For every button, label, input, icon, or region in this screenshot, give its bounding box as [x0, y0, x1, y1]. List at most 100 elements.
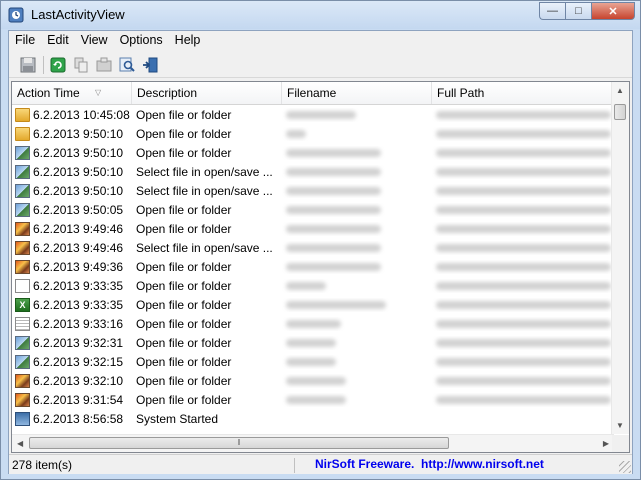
cell-full-path-redacted: [432, 203, 616, 217]
cell-action-time: 6.2.2013 8:56:58: [12, 411, 132, 426]
cell-filename-redacted: [282, 222, 432, 236]
table-row[interactable]: 6.2.2013 9:49:36 Open file or folder: [12, 257, 616, 276]
sort-arrow-icon: ▽: [95, 88, 102, 97]
scroll-left-icon[interactable]: ◀: [17, 439, 23, 448]
cell-description: Select file in open/save ...: [136, 164, 273, 179]
close-button[interactable]: ✕: [591, 2, 635, 20]
cell-full-path-redacted: [432, 393, 616, 407]
action-time-text: 6.2.2013 9:33:35: [33, 278, 124, 293]
cell-full-path-redacted: [432, 298, 616, 312]
scroll-down-icon[interactable]: ▼: [616, 421, 624, 430]
refresh-icon[interactable]: [47, 54, 69, 76]
scroll-up-icon[interactable]: ▲: [616, 86, 624, 95]
title-bar[interactable]: LastActivityView — □ ✕: [1, 1, 640, 29]
cell-action-time: 6.2.2013 9:50:10: [12, 145, 132, 160]
scroll-corner: [612, 435, 629, 452]
column-label: Action Time: [17, 86, 80, 100]
table-row[interactable]: X 6.2.2013 9:33:35 Open file or folder: [12, 295, 616, 314]
cell-filename-redacted: [282, 165, 432, 179]
window-title: LastActivityView: [31, 7, 125, 22]
cell-full-path-redacted: [432, 184, 616, 198]
column-description[interactable]: Description: [132, 82, 282, 104]
table-row[interactable]: 6.2.2013 9:50:05 Open file or folder: [12, 200, 616, 219]
horizontal-scroll-thumb[interactable]: ‖: [29, 437, 449, 449]
cell-filename-redacted: [282, 127, 432, 141]
cell-filename-redacted: [282, 203, 432, 217]
cell-filename-redacted: [282, 241, 432, 255]
cell-description: Open file or folder: [136, 335, 232, 350]
save-icon[interactable]: [17, 54, 39, 76]
vertical-scrollbar[interactable]: ▲ ▼: [611, 82, 629, 434]
cell-action-time: 6.2.2013 9:50:10: [12, 126, 132, 141]
action-time-text: 6.2.2013 9:50:05: [33, 202, 124, 217]
cell-description: Open file or folder: [136, 145, 232, 160]
image-file-icon: [15, 145, 30, 160]
menu-file[interactable]: File: [9, 31, 41, 51]
cell-full-path-redacted: [432, 279, 616, 293]
action-time-text: 6.2.2013 9:31:54: [33, 392, 124, 407]
table-row[interactable]: 6.2.2013 9:50:10 Open file or folder: [12, 124, 616, 143]
cell-action-time: 6.2.2013 10:45:08: [12, 107, 132, 122]
table-row[interactable]: 6.2.2013 9:32:10 Open file or folder: [12, 371, 616, 390]
photo-file-icon: [15, 240, 30, 255]
column-filename[interactable]: Filename: [282, 82, 432, 104]
image-file-icon: [15, 202, 30, 217]
table-row[interactable]: 6.2.2013 9:32:31 Open file or folder: [12, 333, 616, 352]
list-header: Action Time ▽ Description Filename Full …: [12, 82, 616, 105]
table-row[interactable]: 6.2.2013 9:50:10 Select file in open/save…: [12, 181, 616, 200]
menu-view[interactable]: View: [75, 31, 114, 51]
maximize-button[interactable]: □: [565, 2, 591, 20]
cell-filename-redacted: [282, 146, 432, 160]
cell-filename-redacted: [282, 184, 432, 198]
copy-icon[interactable]: [70, 54, 92, 76]
cell-full-path-redacted: [432, 374, 616, 388]
scroll-right-icon[interactable]: ▶: [603, 439, 609, 448]
menu-help[interactable]: Help: [169, 31, 207, 51]
action-time-text: 6.2.2013 9:32:10: [33, 373, 124, 388]
excel-file-icon: X: [15, 297, 30, 312]
table-row[interactable]: 6.2.2013 8:56:58 System Started: [12, 409, 616, 428]
resize-grip[interactable]: [619, 461, 631, 473]
list-rows: 6.2.2013 10:45:08 Open file or folder 6.2.…: [12, 105, 616, 428]
activity-list[interactable]: Action Time ▽ Description Filename Full …: [11, 81, 630, 453]
horizontal-scrollbar[interactable]: ◀ ‖ ▶: [12, 434, 614, 452]
minimize-button[interactable]: —: [539, 2, 565, 20]
cell-full-path-redacted: [432, 336, 616, 350]
cell-action-time: 6.2.2013 9:49:46: [12, 221, 132, 236]
action-time-text: 6.2.2013 9:49:36: [33, 259, 124, 274]
table-row[interactable]: 6.2.2013 10:45:08 Open file or folder: [12, 105, 616, 124]
cell-description: Open file or folder: [136, 221, 232, 236]
table-row[interactable]: 6.2.2013 9:31:54 Open file or folder: [12, 390, 616, 409]
cell-description: Open file or folder: [136, 297, 232, 312]
table-row[interactable]: 6.2.2013 9:50:10 Open file or folder: [12, 143, 616, 162]
action-time-text: 6.2.2013 10:45:08: [33, 107, 130, 122]
menu-options[interactable]: Options: [114, 31, 169, 51]
cell-description: Open file or folder: [136, 373, 232, 388]
cell-action-time: 6.2.2013 9:32:15: [12, 354, 132, 369]
cell-description: Open file or folder: [136, 126, 232, 141]
menu-edit[interactable]: Edit: [41, 31, 75, 51]
exit-icon[interactable]: [139, 54, 161, 76]
find-icon[interactable]: [116, 54, 138, 76]
column-action-time[interactable]: Action Time ▽: [12, 82, 132, 104]
cell-action-time: 6.2.2013 9:50:10: [12, 183, 132, 198]
properties-icon[interactable]: [93, 54, 115, 76]
nirsoft-link[interactable]: NirSoft Freeware. http://www.nirsoft.net: [315, 457, 544, 471]
table-row[interactable]: 6.2.2013 9:49:46 Select file in open/save…: [12, 238, 616, 257]
table-row[interactable]: 6.2.2013 9:33:35 Open file or folder: [12, 276, 616, 295]
app-icon: [8, 7, 24, 23]
cell-action-time: X 6.2.2013 9:33:35: [12, 297, 132, 312]
vertical-scroll-thumb[interactable]: [614, 104, 626, 120]
cell-description: Open file or folder: [136, 316, 232, 331]
cell-full-path-redacted: [432, 165, 616, 179]
cell-filename-redacted: [282, 279, 432, 293]
table-row[interactable]: 6.2.2013 9:32:15 Open file or folder: [12, 352, 616, 371]
table-row[interactable]: 6.2.2013 9:49:46 Open file or folder: [12, 219, 616, 238]
action-time-text: 6.2.2013 9:33:35: [33, 297, 124, 312]
table-row[interactable]: 6.2.2013 9:50:10 Select file in open/save…: [12, 162, 616, 181]
cell-action-time: 6.2.2013 9:50:05: [12, 202, 132, 217]
cell-filename-redacted: [282, 317, 432, 331]
column-full-path[interactable]: Full Path: [432, 82, 616, 104]
image-file-icon: [15, 354, 30, 369]
table-row[interactable]: 6.2.2013 9:33:16 Open file or folder: [12, 314, 616, 333]
